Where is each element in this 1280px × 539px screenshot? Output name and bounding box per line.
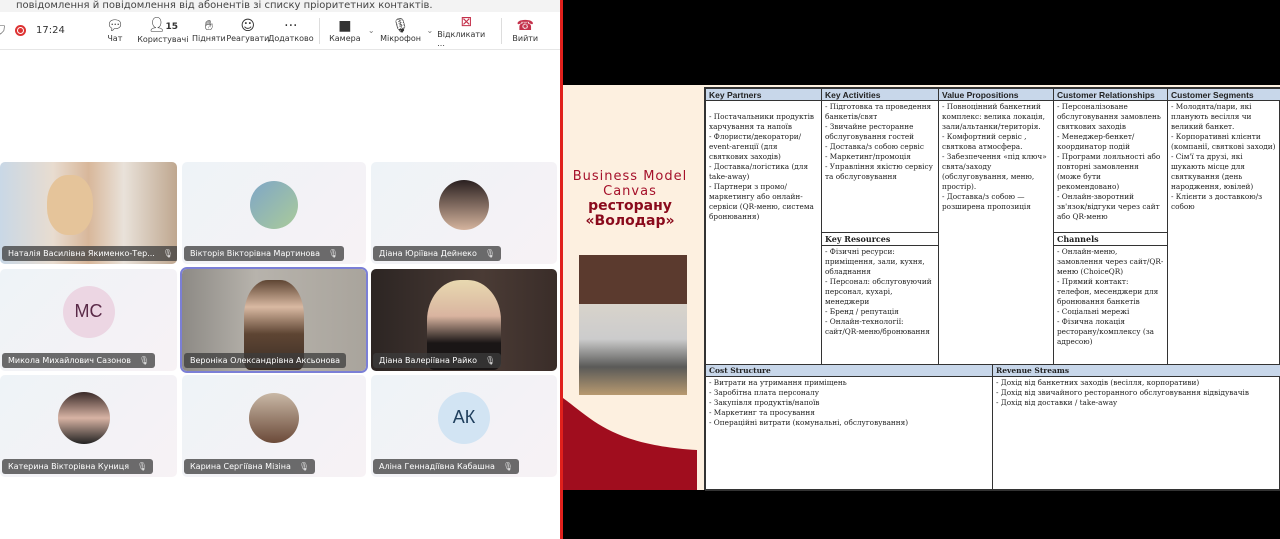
- channels-cell: Channels - Онлайн-меню, замовлення через …: [1053, 232, 1168, 365]
- meeting-timer: 17:24: [36, 25, 65, 36]
- participant-avatar: [250, 180, 298, 229]
- participant-avatar: [249, 392, 299, 443]
- participant-tile[interactable]: Карина Сергіївна Мізіна 🎙︎: [182, 375, 366, 477]
- banquet-photo: [579, 255, 687, 395]
- participant-name: Вероніка Олександрівна Аксьонова: [190, 356, 341, 365]
- participant-avatar: [58, 391, 110, 444]
- chat-button[interactable]: 💬︎ Чат: [103, 12, 127, 50]
- participant-tile[interactable]: Діана Юріївна Дейнеко 🎙︎: [371, 162, 557, 264]
- shared-slide: Business Model Canvas ресторану «Володар…: [563, 85, 1280, 491]
- people-icon: 👤︎15: [147, 17, 178, 33]
- stop-share-icon: ⊠: [460, 13, 473, 30]
- participant-name: Діана Валеріївна Райко: [379, 356, 478, 365]
- mic-off-icon: 🎙︎: [137, 462, 148, 471]
- cost-structure-cell: Cost Structure - Витрати на утримання при…: [705, 364, 993, 491]
- participant-initials-avatar: МС: [62, 285, 115, 338]
- participant-name: Вікторія Вікторівна Мартинова: [190, 249, 321, 258]
- recording-icon: [15, 25, 27, 36]
- notification-banner: повідомлення й повідомлення від абоненті…: [0, 0, 561, 12]
- participant-name: Микола Михайлович Сазонов: [8, 356, 131, 365]
- raise-hand-button[interactable]: ✋︎ Підняти: [191, 12, 227, 50]
- participant-tile[interactable]: Вікторія Вікторівна Мартинова 🎙︎: [182, 162, 366, 264]
- participant-name: Катерина Вікторівна Куниця: [8, 462, 130, 471]
- participant-name: Наталія Василівна Якименко-Тер...: [8, 249, 155, 258]
- chevron-down-icon[interactable]: ⌄: [427, 26, 434, 35]
- slide-title: Business Model Canvas ресторану «Володар…: [572, 169, 688, 229]
- customer-relationships-cell: Customer Relationships - Персоналізоване …: [1053, 88, 1168, 233]
- mic-off-icon: 🎙︎: [484, 249, 496, 258]
- customer-segments-cell: Customer Segments - Молодята/пари, які пл…: [1167, 88, 1280, 365]
- chat-icon: 💬︎: [105, 18, 124, 34]
- leave-button[interactable]: ☎ Вийти: [510, 12, 540, 50]
- key-partners-cell: Key Partners - Постачальники продуктів х…: [705, 88, 822, 365]
- people-button[interactable]: 👤︎15 Користувачі: [135, 12, 191, 50]
- key-activities-cell: Key Activities - Підготовка та проведення…: [821, 88, 939, 233]
- more-icon: ···: [284, 18, 298, 34]
- business-model-canvas-table: Key Partners - Постачальники продуктів х…: [704, 87, 1280, 491]
- participant-photo: [47, 174, 93, 235]
- camera-button[interactable]: ■ Камера: [326, 12, 364, 50]
- mic-off-icon: 🎙︎: [485, 356, 496, 365]
- mic-off-icon: 🎙︎: [502, 462, 514, 471]
- participant-tile[interactable]: Катерина Вікторівна Куниця 🎙︎: [0, 375, 177, 477]
- participant-name: Аліна Геннадіївна Кабашна: [379, 462, 495, 471]
- smiley-icon: ☺: [240, 18, 256, 34]
- divider: [318, 17, 320, 44]
- stop-sharing-button[interactable]: ⊠ Відкликати ...: [437, 12, 495, 50]
- participant-avatar: [439, 179, 489, 230]
- more-button[interactable]: ··· Додатково: [268, 12, 314, 50]
- participant-tile[interactable]: Наталія Василівна Якименко-Тер... 🎙︎: [0, 162, 177, 264]
- mic-off-icon: 🎙︎: [328, 249, 339, 258]
- react-button[interactable]: ☺ Реагувати: [226, 12, 269, 50]
- participant-tile-active-speaker[interactable]: Вероніка Олександрівна Аксьонова: [180, 267, 368, 373]
- participant-name: Діана Юріївна Дейнеко: [379, 249, 477, 258]
- mic-off-icon: 🎙︎: [139, 356, 150, 365]
- hand-icon: ✋︎: [204, 18, 213, 34]
- mic-off-icon: 🎙︎: [298, 462, 310, 471]
- participant-tile[interactable]: АК Аліна Геннадіївна Кабашна 🎙︎: [371, 375, 557, 477]
- revenue-streams-cell: Revenue Streams - Дохід від банкетних зах…: [992, 364, 1280, 491]
- value-propositions-cell: Value Propositions - Повноцінний банкетни…: [938, 88, 1054, 365]
- participant-tile[interactable]: Діана Валеріївна Райко 🎙︎: [371, 269, 557, 371]
- mic-off-icon: 🎙︎: [391, 18, 410, 34]
- mic-off-icon: 🎙︎: [162, 249, 173, 258]
- camera-icon: ■: [338, 18, 352, 34]
- teams-meeting-panel: повідомлення й повідомлення від абоненті…: [0, 0, 561, 539]
- microphone-button[interactable]: 🎙︎ Мікрофон: [379, 12, 423, 50]
- participant-tile[interactable]: МС Микола Михайлович Сазонов 🎙︎: [0, 269, 177, 371]
- participant-name: Карина Сергіївна Мізіна: [190, 462, 291, 471]
- chevron-down-icon[interactable]: ⌄: [368, 26, 375, 35]
- meeting-toolbar: ⛉ 17:24 💬︎ Чат 👤︎15 Користувачі ✋︎ Підняти …: [0, 12, 561, 50]
- participant-initials-avatar: АК: [438, 391, 490, 444]
- shield-icon: ⛉: [0, 23, 6, 37]
- hang-up-icon: ☎: [516, 18, 534, 34]
- key-resources-cell: Key Resources - Фізичні ресурси: приміщен…: [821, 232, 939, 365]
- decorative-wave: [563, 398, 697, 490]
- divider: [501, 17, 503, 44]
